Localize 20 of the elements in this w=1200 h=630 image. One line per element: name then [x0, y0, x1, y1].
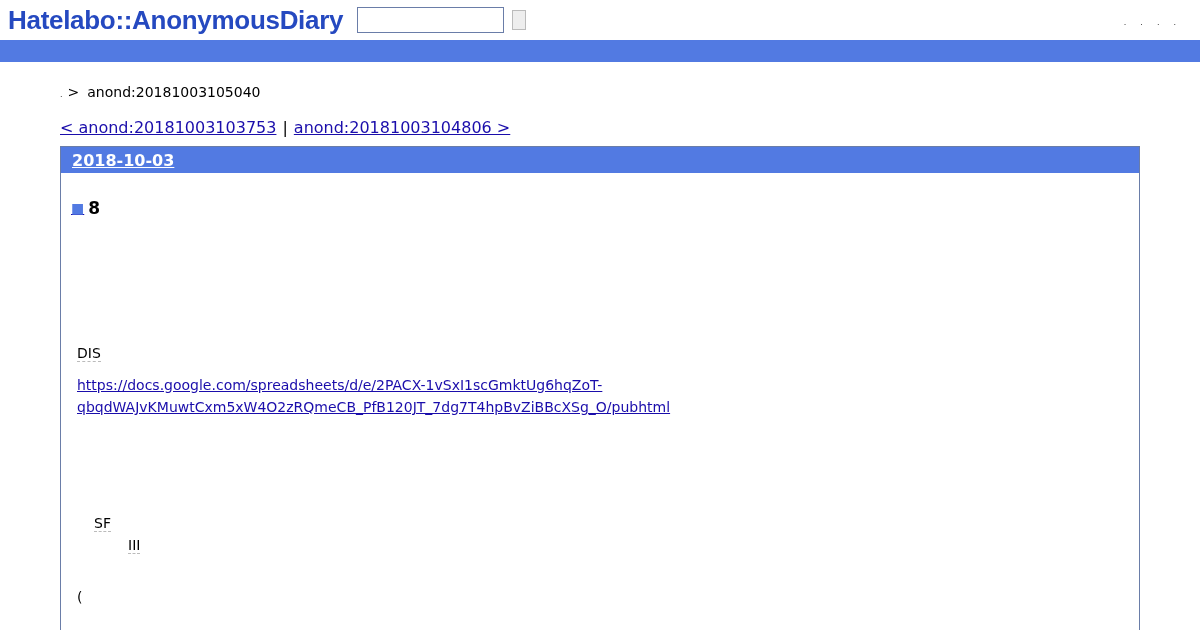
- home-link[interactable]: .: [60, 90, 63, 99]
- url-link[interactable]: https://docs.google.com/spreadsheets/d/e/2PACX-1vSxI1scGmktUg6hqZoT-qbqdWAJvKMuwtCxm5xW4O2zRQmeCB_PfB120JT_7dg7T4hpBvZiBBcXSg_O/pubhtml: [77, 374, 697, 418]
- previous-link[interactable]: < anond:20181003103753: [60, 118, 277, 137]
- section-marker-link[interactable]: ■: [71, 200, 85, 216]
- keyword-link[interactable]: III: [128, 537, 141, 554]
- search-field[interactable]: [357, 7, 505, 33]
- menu-link[interactable]: .: [1156, 17, 1160, 27]
- next-link[interactable]: anond:20181003104806 >: [293, 118, 511, 137]
- site-logo[interactable]: Hatelabo::AnonymousDiary: [8, 4, 344, 36]
- menu-link[interactable]: .: [1140, 17, 1143, 27]
- pager-divider: |: [282, 118, 288, 137]
- menu-link[interactable]: .: [1173, 17, 1176, 27]
- keyword-link[interactable]: DIS: [77, 345, 101, 362]
- body-text: (: [77, 589, 83, 605]
- date-link[interactable]: 2018-10-03: [72, 150, 175, 170]
- breadcrumb-current: anond:20181003105040: [87, 84, 261, 100]
- breadcrumb-separator: >: [67, 84, 80, 100]
- section-title: 8: [88, 198, 101, 218]
- keyword-link[interactable]: SF: [94, 515, 111, 532]
- menu-link[interactable]: .: [1123, 17, 1127, 27]
